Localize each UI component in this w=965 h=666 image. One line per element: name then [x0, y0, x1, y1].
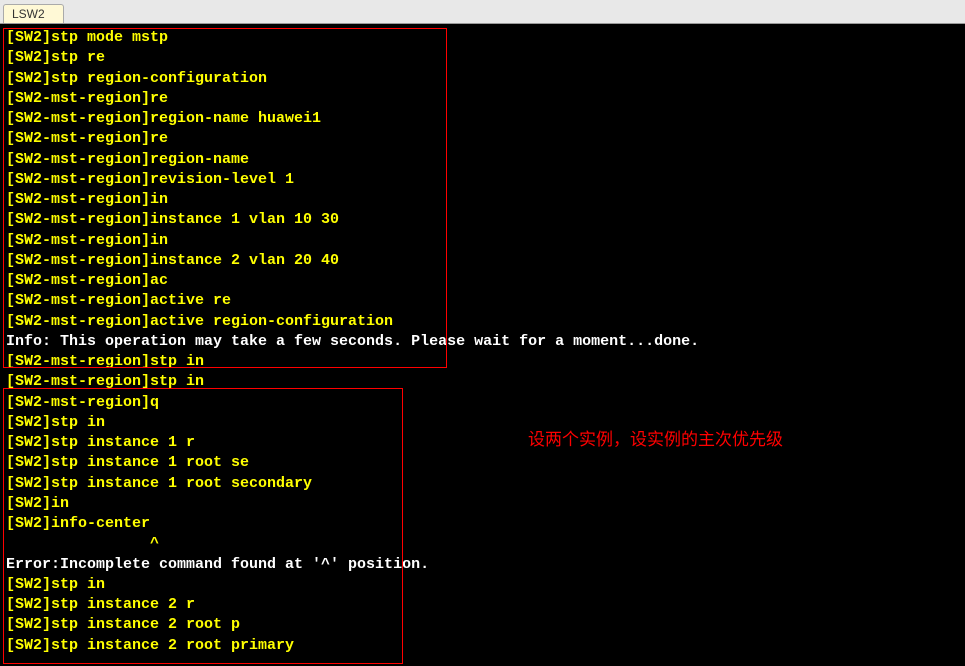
- terminal-line: [SW2-mst-region]revision-level 1: [6, 170, 959, 190]
- terminal-line: [SW2-mst-region]instance 2 vlan 20 40: [6, 251, 959, 271]
- terminal-line: [SW2]stp re: [6, 48, 959, 68]
- terminal-line: [SW2-mst-region]ac: [6, 271, 959, 291]
- terminal-line: [SW2]in: [6, 494, 959, 514]
- terminal-line: ^: [6, 534, 959, 554]
- tab-label: LSW2: [12, 7, 45, 21]
- terminal-panel[interactable]: [SW2]stp mode mstp[SW2]stp re[SW2]stp re…: [0, 24, 965, 666]
- terminal-line: [SW2]stp instance 1 r: [6, 433, 959, 453]
- terminal-line: Error:Incomplete command found at '^' po…: [6, 555, 959, 575]
- terminal-line: [SW2]stp region-configuration: [6, 69, 959, 89]
- terminal-line: [SW2-mst-region]stp in: [6, 352, 959, 372]
- terminal-line: [SW2]stp instance 1 root secondary: [6, 474, 959, 494]
- terminal-line: [SW2-mst-region]active re: [6, 291, 959, 311]
- annotation-note: 设两个实例，设实例的主次优先级: [528, 429, 783, 452]
- terminal-line: [SW2]stp instance 2 root p: [6, 615, 959, 635]
- terminal-line: [SW2-mst-region]in: [6, 231, 959, 251]
- terminal-line: [SW2]stp instance 2 r: [6, 595, 959, 615]
- terminal-line: [SW2-mst-region]q: [6, 393, 959, 413]
- terminal-line: [SW2]stp in: [6, 413, 959, 433]
- tab-lsw2[interactable]: LSW2: [3, 4, 64, 23]
- terminal-line: [SW2]stp instance 1 root se: [6, 453, 959, 473]
- terminal-line: [SW2-mst-region]re: [6, 89, 959, 109]
- terminal-line: [SW2-mst-region]re: [6, 129, 959, 149]
- terminal-line: [SW2]stp in: [6, 575, 959, 595]
- terminal-line: [SW2-mst-region]in: [6, 190, 959, 210]
- terminal-line: [SW2]info-center: [6, 514, 959, 534]
- terminal-line: [SW2-mst-region]stp in: [6, 372, 959, 392]
- terminal-line: [SW2]stp instance 2 root primary: [6, 636, 959, 656]
- terminal-line: [SW2-mst-region]region-name huawei1: [6, 109, 959, 129]
- terminal-line: Info: This operation may take a few seco…: [6, 332, 959, 352]
- terminal-line: [SW2-mst-region]instance 1 vlan 10 30: [6, 210, 959, 230]
- terminal-line: [SW2-mst-region]active region-configurat…: [6, 312, 959, 332]
- terminal-line: [SW2-mst-region]region-name: [6, 150, 959, 170]
- tab-bar: LSW2: [0, 0, 965, 24]
- terminal-line: [SW2]stp mode mstp: [6, 28, 959, 48]
